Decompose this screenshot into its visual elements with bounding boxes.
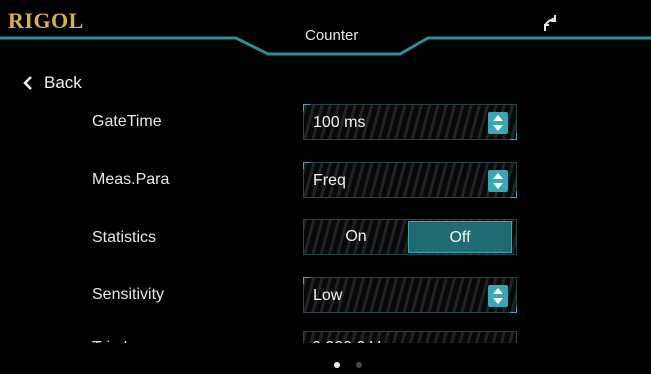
updown-spinner-icon[interactable] [488,170,508,192]
page-dot-inactive[interactable] [356,362,362,368]
gatetime-value: 100 ms [313,114,366,131]
sync-arrows-icon[interactable] [540,12,560,34]
page-indicator [334,362,362,368]
gatetime-select[interactable]: 100 ms [303,104,517,140]
statistics-label: Statistics [92,229,157,246]
page-title: Counter [305,27,359,44]
gatetime-label: GateTime [92,113,162,130]
sensitivity-label: Sensitivity [92,286,165,303]
chevron-left-icon [23,76,32,90]
statistics-on-option[interactable]: On [304,220,408,254]
back-button[interactable]: Back [22,72,82,94]
statistics-off-option[interactable]: Off [408,221,512,253]
measpara-label: Meas.Para [92,171,170,188]
header-bar: RIGOL Counter [0,0,651,60]
counter-screen: RIGOL Counter Back GateTime 100 ms Meas.… [0,0,651,374]
measpara-value: Freq [313,172,346,189]
page-dot-active[interactable] [334,362,340,368]
scroll-mask [0,343,651,374]
updown-spinner-icon[interactable] [488,112,508,134]
sensitivity-select[interactable]: Low [303,277,517,313]
back-label: Back [44,73,82,92]
updown-spinner-icon[interactable] [488,285,508,307]
rigol-logo: RIGOL [8,8,84,33]
statistics-toggle[interactable]: On Off [303,219,517,255]
measpara-select[interactable]: Freq [303,162,517,198]
sensitivity-value: Low [313,287,343,304]
